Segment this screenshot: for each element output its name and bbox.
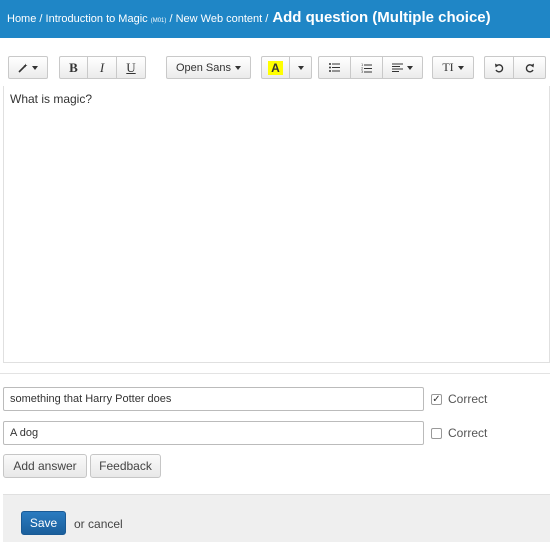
- bold-button[interactable]: B: [59, 56, 88, 79]
- undo-icon: [495, 63, 504, 72]
- correct-checkbox-2[interactable]: [431, 428, 442, 439]
- form-footer: Save or cancel: [3, 494, 550, 542]
- correct-checkbox-1[interactable]: ✓: [431, 394, 442, 405]
- magic-wand-icon: [18, 63, 28, 73]
- chevron-down-icon: [457, 65, 464, 70]
- breadcrumb-separator: /: [169, 13, 173, 25]
- answer-input-1[interactable]: [3, 387, 424, 411]
- breadcrumb-home[interactable]: Home /: [7, 13, 42, 25]
- highlight-label: A: [268, 60, 283, 75]
- chevron-down-icon: [235, 65, 242, 70]
- font-family-dropdown[interactable]: Open Sans: [166, 56, 251, 79]
- or-label: or: [74, 517, 85, 531]
- chevron-down-icon: [407, 65, 413, 70]
- align-left-icon: [392, 63, 403, 72]
- underline-button[interactable]: U: [117, 56, 146, 79]
- style-dropdown-button[interactable]: [8, 56, 48, 79]
- page-header: Home / Introduction to Magic (M01) / New…: [0, 0, 550, 38]
- italic-button[interactable]: I: [88, 56, 117, 79]
- highlight-color-dropdown[interactable]: [290, 56, 312, 79]
- redo-button[interactable]: [514, 56, 546, 79]
- correct-label-1: Correct: [448, 392, 488, 406]
- font-family-label: Open Sans: [175, 61, 232, 74]
- add-answer-button[interactable]: Add answer: [3, 454, 87, 478]
- feedback-button[interactable]: Feedback: [90, 454, 161, 478]
- breadcrumb-course[interactable]: Introduction to Magic: [46, 13, 148, 25]
- answer-input-2[interactable]: [3, 421, 424, 445]
- bullet-list-button[interactable]: [318, 56, 351, 79]
- redo-icon: [525, 63, 534, 72]
- cancel-text: or cancel: [74, 517, 123, 531]
- breadcrumb: Home / Introduction to Magic (M01) / New…: [7, 0, 268, 40]
- checkmark-icon: ✓: [432, 394, 441, 405]
- highlight-color-button[interactable]: A: [261, 56, 290, 79]
- ordered-list-icon: 123: [361, 63, 372, 73]
- unordered-list-icon: [329, 63, 340, 72]
- text-size-dropdown[interactable]: TI: [432, 56, 474, 79]
- underline-label: U: [126, 59, 136, 75]
- editor-content: What is magic?: [10, 92, 93, 106]
- correct-label-2: Correct: [448, 426, 488, 440]
- text-size-label: TI: [442, 60, 454, 74]
- italic-label: I: [99, 59, 105, 75]
- align-dropdown-button[interactable]: [383, 56, 423, 79]
- svg-text:3: 3: [361, 70, 363, 73]
- page-title: Add question (Multiple choice): [272, 9, 491, 26]
- bold-label: B: [69, 59, 78, 75]
- undo-button[interactable]: [484, 56, 514, 79]
- numbered-list-button[interactable]: 123: [351, 56, 383, 79]
- breadcrumb-course-code: (M01): [150, 18, 167, 24]
- save-button[interactable]: Save: [21, 511, 66, 535]
- cancel-link[interactable]: cancel: [88, 517, 123, 531]
- chevron-down-icon: [297, 65, 304, 70]
- editor-toolbar: B I U Open Sans A 123 TI: [0, 56, 550, 80]
- divider: [0, 373, 550, 374]
- breadcrumb-page[interactable]: New Web content /: [176, 13, 269, 25]
- question-editor[interactable]: What is magic?: [3, 86, 550, 363]
- chevron-down-icon: [32, 65, 38, 70]
